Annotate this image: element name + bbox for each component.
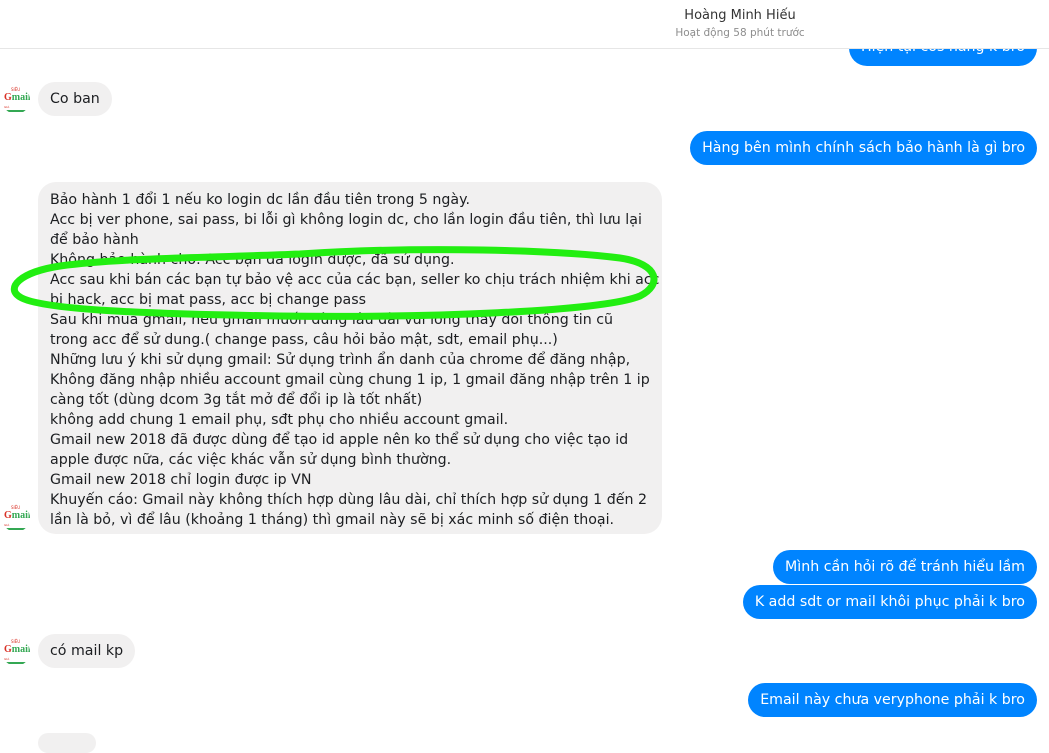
message-line: Không bảo hành cho: Acc bạn đã login đượ… [50,252,455,268]
active-status: Hoạt động 58 phút trước [675,27,805,39]
message-line: Không đăng nhập nhiều account gmail cùng… [50,372,650,388]
message-line: Acc sau khi bán các bạn tự bảo vệ acc củ… [50,272,660,288]
message-line: lần là bỏ, vì để lâu (khoảng 1 tháng) th… [50,512,615,528]
message-text: Hàng bên mình chính sách bảo hành là gì … [702,140,1025,156]
gmail-logo-icon: Gmail [4,92,30,103]
message-line: Gmail new 2018 đã được dùng để tạo id ap… [50,432,629,448]
avatar-logo-bottom-text: GIÁ [4,523,10,527]
message-line: Bảo hành 1 đổi 1 nếu ko login dc lần đầu… [50,192,470,208]
avatar-stripe [4,528,28,530]
chat-header: Hoàng Minh Hiếu Hoạt động 58 phút trước [0,0,1049,49]
message-text: có mail kp [50,643,124,659]
gmail-logo-icon: Gmail [4,644,30,655]
message-line: để bảo hành [50,232,139,248]
message-line: trong acc để sử dung.( change pass, câu … [50,332,558,348]
message-text: K add sdt or mail khôi phục phải k bro [754,594,1025,610]
message-line: Những lưu ý khi sử dụng gmail: Sử dụng t… [50,352,631,368]
message-line: không add chung 1 email phụ, sđt phụ cho… [50,412,509,428]
message-line: càng tốt (dùng dcom 3g tắt mở để đổi ip … [50,392,423,408]
contact-avatar[interactable]: SIÊU Gmail GIÁ [2,638,30,666]
message-line: bị hack, acc bị mat pass, acc bị change … [50,292,366,308]
incoming-message[interactable]: có mail kp [38,634,136,668]
contact-name[interactable]: Hoàng Minh Hiếu [0,8,1049,23]
incoming-message[interactable]: Co ban [38,82,112,116]
avatar-stripe [4,110,28,112]
message-line: apple được nữa, các việc khác vẫn sử dụn… [50,452,452,468]
message-text: Co ban [50,91,100,107]
message-text: Email này chưa veryphone phải k bro [760,692,1025,708]
message-line: Sau khi mua gmail, nếu gmail muốn dùng l… [50,312,614,328]
incoming-message-partial[interactable] [38,733,96,753]
outgoing-message[interactable]: K add sdt or mail khôi phục phải k bro [742,585,1037,619]
avatar-logo-bottom-text: GIÁ [4,657,10,661]
message-line: Khuyến cáo: Gmail này không thích hợp dù… [50,492,647,508]
gmail-logo-icon: Gmail [4,510,30,521]
avatar-stripe [4,662,28,664]
outgoing-message[interactable]: Mình cần hỏi rõ để tránh hiểu lầm [773,550,1037,584]
contact-avatar[interactable]: SIÊU Gmail GIÁ [2,86,30,114]
message-line: Acc bị ver phone, sai pass, bi lỗi gì kh… [50,212,642,228]
incoming-message-warranty-policy[interactable]: Bảo hành 1 đổi 1 nếu ko login dc lần đầu… [38,182,662,534]
avatar-logo-bottom-text: GIÁ [4,105,10,109]
outgoing-message[interactable]: Hàng bên mình chính sách bảo hành là gì … [690,131,1037,165]
contact-avatar[interactable]: SIÊU Gmail GIÁ [2,504,30,532]
outgoing-message[interactable]: Email này chưa veryphone phải k bro [748,683,1037,717]
message-text: Mình cần hỏi rõ để tránh hiểu lầm [785,559,1025,575]
message-line: Gmail new 2018 chỉ login được ip VN [50,472,312,488]
